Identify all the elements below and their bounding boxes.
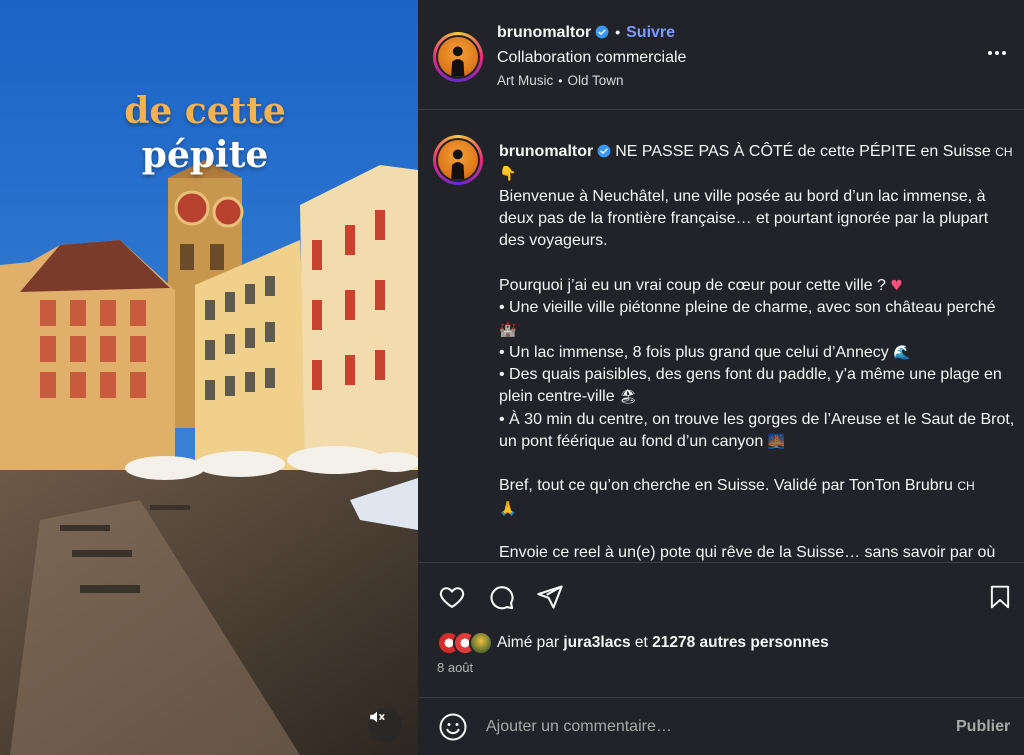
caption-line: • Un lac immense, 8 fois plus grand que … [499,343,889,361]
save-button[interactable] [984,581,1016,613]
beach-icon: 🏖 [619,389,637,406]
pointing-down-icon: 👇 [499,166,517,183]
speaker-muted-icon [370,711,385,723]
caption-username[interactable]: brunomaltor [499,143,593,160]
person-silhouette-icon [451,46,465,77]
paid-partnership-label[interactable]: Collaboration commerciale [497,49,686,67]
author-username[interactable]: brunomaltor [497,24,591,41]
liker-username[interactable]: jura3lacs [563,634,630,651]
audio-location-row: Art Music • Old Town [497,73,624,88]
post-media[interactable]: de cette pépite [0,0,418,755]
post-actions [418,575,1024,619]
header-username-row: brunomaltor • Suivre [497,24,675,42]
likes-count[interactable]: 21278 autres personnes [652,634,829,651]
wave-icon: 🌊 [893,344,911,361]
audio-link[interactable]: Art Music [497,73,553,88]
caption-line: Pourquoi j’ai eu un vrai coup de cœur po… [499,276,886,294]
share-button[interactable] [534,581,566,613]
post-date[interactable]: 8 août [437,660,473,675]
person-silhouette-icon [451,149,465,180]
comment-button[interactable] [485,581,517,613]
bookmark-icon [990,585,1010,609]
caption-line: Bref, tout ce qu’on cherche en Suisse. V… [499,477,953,495]
dot-separator: • [615,24,621,40]
author-avatar[interactable] [433,32,483,82]
likes-text[interactable]: Aimé par jura3lacs et 21278 autres perso… [497,634,829,652]
caption-line: • À 30 min du centre, on trouve les gorg… [499,410,1015,450]
like-button[interactable] [436,581,468,613]
emoji-smiley-icon[interactable] [438,712,468,742]
bridge-icon: 🌉 [767,433,786,450]
castle-icon: 🏰 [499,322,517,339]
overlay-title-line2: pépite [141,134,269,176]
liker-avatar[interactable] [469,631,493,655]
comment-bubble-icon [490,586,514,610]
caption-line: • Une vieille ville piétonne pleine de c… [499,299,996,317]
verified-badge-icon [597,144,611,158]
caption-line: NE PASSE PAS À CÔTÉ de cette PÉPITE en S… [615,143,991,160]
verified-badge-icon [595,25,609,39]
comment-input[interactable]: Ajouter un commentaire… [486,718,672,736]
caption-line: • Des quais paisibles, des gens font du … [499,365,1002,406]
heart-icon: ♥ [890,277,903,294]
praying-hands-icon: 🙏 [499,500,517,517]
comment-bar: Ajouter un commentaire… Publier [418,697,1024,755]
heart-outline-icon [439,587,465,608]
overlay-title-line1: de cette [124,90,286,132]
location-link[interactable]: Old Town [567,73,623,88]
more-options-button[interactable] [984,44,1010,62]
caption-line: Envoie ce reel à un(e) pote qui rêve de … [499,544,996,562]
caption-scroll-area[interactable]: brunomaltor NE PASSE PAS À CÔTÉ de cette … [418,111,1024,563]
likes-summary: Aimé par jura3lacs et 21278 autres perso… [437,630,829,656]
follow-button[interactable]: Suivre [626,24,675,41]
caption-text: brunomaltor NE PASSE PAS À CÔTÉ de cette … [499,141,1017,562]
more-icon [988,51,992,55]
swiss-flag-icon: CH [957,479,975,494]
publish-button[interactable]: Publier [956,718,1010,736]
caption-line: Bienvenue à Neuchâtel, une ville posée a… [499,187,989,250]
caption-author-avatar[interactable] [433,135,483,185]
swiss-flag-icon: CH [995,145,1013,159]
post-header: brunomaltor • Suivre Collaboration commerc… [418,0,1024,110]
post-details-panel: brunomaltor • Suivre Collaboration commerc… [418,0,1024,755]
mute-button[interactable] [368,708,402,742]
paper-plane-icon [537,585,563,609]
